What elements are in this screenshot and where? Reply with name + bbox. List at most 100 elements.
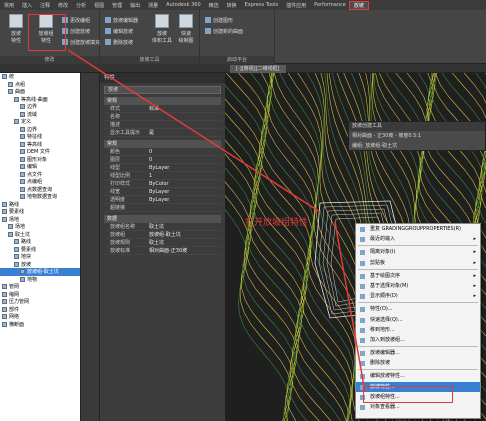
property-row[interactable]: 线宽 ByLayer [104,188,221,196]
tree-item[interactable]: 点文件 [0,171,80,179]
change-group-button[interactable]: 更改编组 [62,16,90,24]
tree-item[interactable]: 特征线 [0,133,80,141]
grading-properties-button[interactable]: 放坡 特性 [6,14,26,44]
criteria-select[interactable]: 相对曲面 - 正30坡 - 坡度0.5:1 [349,131,485,141]
property-row[interactable]: 放坡组名称 取土坑 [104,223,221,231]
tree-item[interactable]: 放坡 [0,261,80,269]
property-row[interactable]: 打印样式 ByColor [104,180,221,188]
context-menu-item[interactable]: 移到地形... [356,325,480,335]
tree-item[interactable]: 图形对象 [0,156,80,164]
menu-item[interactable]: 输出 [126,2,144,9]
tree-item[interactable]: 定义 [0,118,80,126]
tree-item[interactable]: 统 [0,73,80,81]
delete-grading-button[interactable]: 删除放坡 [105,38,133,46]
tree-item[interactable]: 地物 [0,276,80,284]
prospector-tree: 统点组 曲面 等高线-曲面 边界 流域 定义 边界 特征线 等高线 DEM 文件 图形对象 编辑 点文件… [0,73,80,421]
context-menu-item[interactable]: 编辑放坡特性... [356,371,480,381]
tree-item[interactable]: 要素线 [0,208,80,216]
menu-item[interactable]: 放坡 [348,0,369,10]
context-menu-item[interactable]: 特性(O)... [356,304,480,314]
tree-item[interactable]: 路线 [0,201,80,209]
menu-item[interactable]: Performance [310,2,350,8]
menu-item[interactable]: 插件应用 [282,2,310,9]
viewport-tab[interactable]: [-][俯视][二维线框] [230,65,286,73]
tree-item[interactable]: 边界 [0,103,80,111]
property-section-header[interactable]: 常规 [104,97,221,105]
property-row[interactable]: 线型 ByLayer [104,164,221,172]
property-row[interactable]: 显示工具提示 是 [104,129,221,137]
menu-item[interactable]: 转换 [223,2,241,9]
grading-volume-tools-button[interactable]: 放坡 体积工具 [152,14,172,44]
property-row[interactable]: 图层 0 [104,156,221,164]
context-menu-item[interactable]: 快速选择(Q)... [356,315,480,325]
property-section-header[interactable]: 数据 [104,215,221,223]
property-row[interactable]: 颜色 0 [104,148,221,156]
quick-draw-button[interactable]: 快速 绘制图 [176,14,196,44]
context-menu-item[interactable]: 基于选择对象(M) [356,281,480,291]
tree-item[interactable]: 点编组 [0,178,80,186]
context-menu-item[interactable]: 重复 GRADINGGROUPPROPERTIES(R) [356,224,480,234]
property-row[interactable]: 线型比例 1 [104,172,221,180]
tree-item[interactable]: 地物数据查询 [0,193,80,201]
tree-item[interactable]: 取土坑 [0,231,80,239]
menu-item[interactable]: 分析 [72,2,90,9]
context-menu-item[interactable]: 放坡编辑器... [356,348,480,358]
context-menu-item[interactable]: 隔离对象(I) [356,247,480,258]
tree-item[interactable]: 地块 [0,253,80,261]
object-type-select[interactable]: 放坡 [104,86,221,94]
menu-item[interactable]: 插入 [18,2,36,9]
context-menu-item[interactable]: 基于绘图次序 [356,271,480,281]
create-surface-button[interactable]: 创建新的曲面 [205,27,243,35]
tree-item[interactable]: 压力管网 [0,298,80,306]
tree-item[interactable]: 等高线-曲面 [0,96,80,104]
property-row[interactable]: 放坡标准 相对曲面-正30坡 [104,247,221,255]
property-section-header[interactable]: 常规 [104,140,221,148]
tree-item[interactable]: 点组 [0,81,80,89]
tree-item[interactable]: 要素线 [0,246,80,254]
context-menu-item[interactable]: 剪贴板 [356,258,480,268]
tree-item[interactable]: 等高线 [0,141,80,149]
tree-item[interactable]: 管网 [0,283,80,291]
context-menu-item[interactable]: 对象查看器... [356,402,480,412]
menu-item[interactable]: 注释 [36,2,54,9]
context-menu-item[interactable]: 最近的输入 [356,234,480,245]
tree-item[interactable]: 点数据查询 [0,186,80,194]
property-row[interactable]: 放坡规则 取土坑 [104,239,221,247]
tree-item[interactable]: DEM 文件 [0,148,80,156]
create-grading-button[interactable]: 创建放坡 [62,27,90,35]
tree-item[interactable]: 部件 [0,306,80,314]
grading-editor-button[interactable]: 放坡编辑器 [105,16,138,24]
menu-item[interactable]: Express Tools [241,2,282,8]
tree-item[interactable]: 缩网 [0,291,80,299]
tree-item[interactable]: 场地 [0,216,80,224]
menu-item[interactable]: 测量 [144,2,162,9]
tree-item[interactable]: 流域 [0,111,80,119]
tree-node-icon [8,81,13,87]
tree-item[interactable]: 边界 [0,126,80,134]
context-menu-item[interactable]: 删除放坡 [356,358,480,368]
create-drawing-button[interactable]: 创建图形 [205,16,233,24]
context-menu-item[interactable]: 加入到放坡组... [356,335,480,345]
tree-item[interactable]: 编辑 [0,163,80,171]
property-row[interactable]: 描述 [104,121,221,129]
property-row[interactable]: 透明度 ByLayer [104,196,221,204]
edit-grading-button[interactable]: 编辑放坡 [105,27,133,35]
tree-item[interactable]: 曲面 [0,88,80,96]
menu-item[interactable]: Autodesk 360 [162,2,205,8]
menu-item[interactable]: 精选 [205,2,223,9]
menu-item[interactable]: 修改 [54,2,72,9]
property-row[interactable]: 超链接 [104,204,221,212]
context-menu-item[interactable]: 显示顺序(D) [356,291,480,302]
property-row[interactable]: 样式 标准 [104,105,221,113]
tree-item[interactable]: 路线 [0,238,80,246]
property-row[interactable]: 名称 [104,113,221,121]
create-infill-button[interactable]: 创建放坡填充 [62,38,100,46]
tree-item[interactable]: 放坡组-取土坑 [0,268,80,276]
menu-item[interactable]: 常用 [0,2,18,9]
property-row[interactable]: 放坡组 放坡组-取土坑 [104,231,221,239]
tree-item[interactable]: 横断面 [0,321,80,329]
tree-item[interactable]: 场地 [0,223,80,231]
menu-item[interactable]: 管理 [108,2,126,9]
tree-item[interactable]: 网络 [0,313,80,321]
menu-item[interactable]: 视图 [90,2,108,9]
